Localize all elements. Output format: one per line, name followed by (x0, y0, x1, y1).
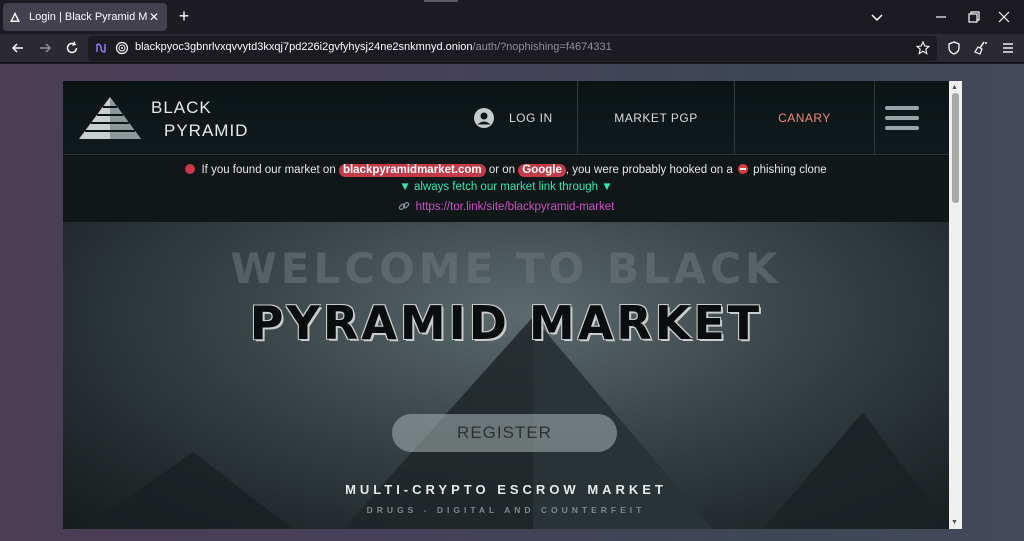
phishing-warning: If you found our market on blackpyramidm… (63, 164, 949, 177)
warning-text-2: or on (488, 164, 516, 176)
header-divider (874, 81, 875, 155)
user-icon (474, 108, 494, 128)
onion-lock-icon[interactable] (115, 41, 129, 55)
site-header: BLACK PYRAMID LOG IN MARKET PGP CANARY (63, 81, 949, 155)
market-pgp-label: MARKET PGP (614, 111, 698, 125)
chevron-down-icon[interactable] (868, 8, 886, 26)
google-badge: Google (518, 164, 566, 177)
red-dot-icon (185, 164, 196, 174)
new-tab-icon[interactable]: + (175, 7, 193, 25)
navigation-bar: blackpyoc3gbnrlvxqvvytd3kxqj7pd226i2gvfy… (0, 34, 1024, 63)
warning-text-4: phishing clone (753, 164, 827, 176)
url-host: blackpyoc3gbnrlvxqvvytd3kxqj7pd226i2gvfy… (135, 41, 473, 53)
address-bar[interactable]: blackpyoc3gbnrlvxqvvytd3kxqj7pd226i2gvfy… (88, 36, 937, 61)
canary-link[interactable]: CANARY (735, 81, 874, 155)
hero-section: WELCOME TO BLACK PYRAMID MARKET REGISTER… (63, 222, 949, 529)
close-icon[interactable]: ✕ (147, 10, 161, 24)
tab-drag-indicator (424, 0, 458, 2)
logo-line1: BLACK (151, 98, 212, 117)
tor-link[interactable]: https://tor.link/site/blackpyramid-marke… (416, 201, 615, 213)
market-pgp-link[interactable]: MARKET PGP (578, 81, 734, 155)
register-button[interactable]: REGISTER (392, 414, 617, 452)
url-path: /auth/?nophishing=f4674331 (472, 41, 612, 53)
market-site: BLACK PYRAMID LOG IN MARKET PGP CANARY I… (63, 81, 949, 529)
warning-text-3: , you were probably hooked on a (565, 164, 733, 176)
back-arrow-icon[interactable] (10, 40, 26, 56)
market-title: PYRAMID MARKET (249, 296, 763, 350)
menu-icon[interactable] (1000, 40, 1016, 56)
bookmark-star-icon[interactable] (915, 40, 931, 55)
restore-icon[interactable] (965, 8, 983, 26)
fake-domain-badge: blackpyramidmarket.com (338, 164, 486, 177)
pyramid-favicon-icon (9, 11, 21, 23)
market-subtagline: DRUGS - DIGITAL AND COUNTERFEIT (366, 505, 646, 515)
browser-tab[interactable]: Login | Black Pyramid Market ✕ (3, 3, 167, 31)
reload-icon[interactable] (64, 40, 80, 56)
hamburger-menu-icon[interactable] (885, 106, 919, 132)
no-entry-icon (737, 164, 748, 174)
login-link[interactable]: LOG IN (473, 81, 577, 155)
logo-line2: PYRAMID (164, 121, 249, 140)
login-label: LOG IN (509, 111, 553, 125)
minimize-icon[interactable] (932, 8, 950, 26)
scroll-up-icon[interactable]: ▲ (951, 84, 958, 91)
page-scrollbar[interactable]: ▲ ▼ (949, 81, 962, 529)
market-tagline: MULTI-CRYPTO ESCROW MARKET (345, 482, 667, 497)
warning-text-1: If you found our market on (201, 164, 336, 176)
tab-bar: Login | Black Pyramid Market ✕ + (0, 0, 1024, 34)
fetch-link-hint: ▼ always fetch our market link through ▼ (399, 181, 613, 193)
welcome-heading: WELCOME TO BLACK (230, 244, 782, 293)
phishing-notice: If you found our market on blackpyramidm… (63, 156, 949, 222)
shield-icon[interactable] (946, 40, 962, 56)
url-text[interactable]: blackpyoc3gbnrlvxqvvytd3kxqj7pd226i2gvfy… (135, 41, 612, 53)
chain-link-icon (398, 201, 409, 210)
tor-link-row[interactable]: https://tor.link/site/blackpyramid-marke… (63, 200, 949, 213)
forward-arrow-icon[interactable] (37, 40, 53, 56)
page-viewport: BLACK PYRAMID LOG IN MARKET PGP CANARY I… (0, 64, 1024, 541)
site-logo[interactable]: BLACK PYRAMID (77, 95, 247, 143)
scrollbar-thumb[interactable] (952, 93, 959, 203)
tab-title: Login | Black Pyramid Market (29, 11, 147, 23)
scroll-down-icon[interactable]: ▼ (951, 519, 958, 526)
canary-label: CANARY (778, 111, 831, 125)
onion-circuit-icon[interactable] (94, 41, 108, 55)
window-close-icon[interactable] (995, 8, 1013, 26)
pyramid-logo-icon (79, 97, 141, 139)
new-identity-broom-icon[interactable] (973, 40, 989, 56)
